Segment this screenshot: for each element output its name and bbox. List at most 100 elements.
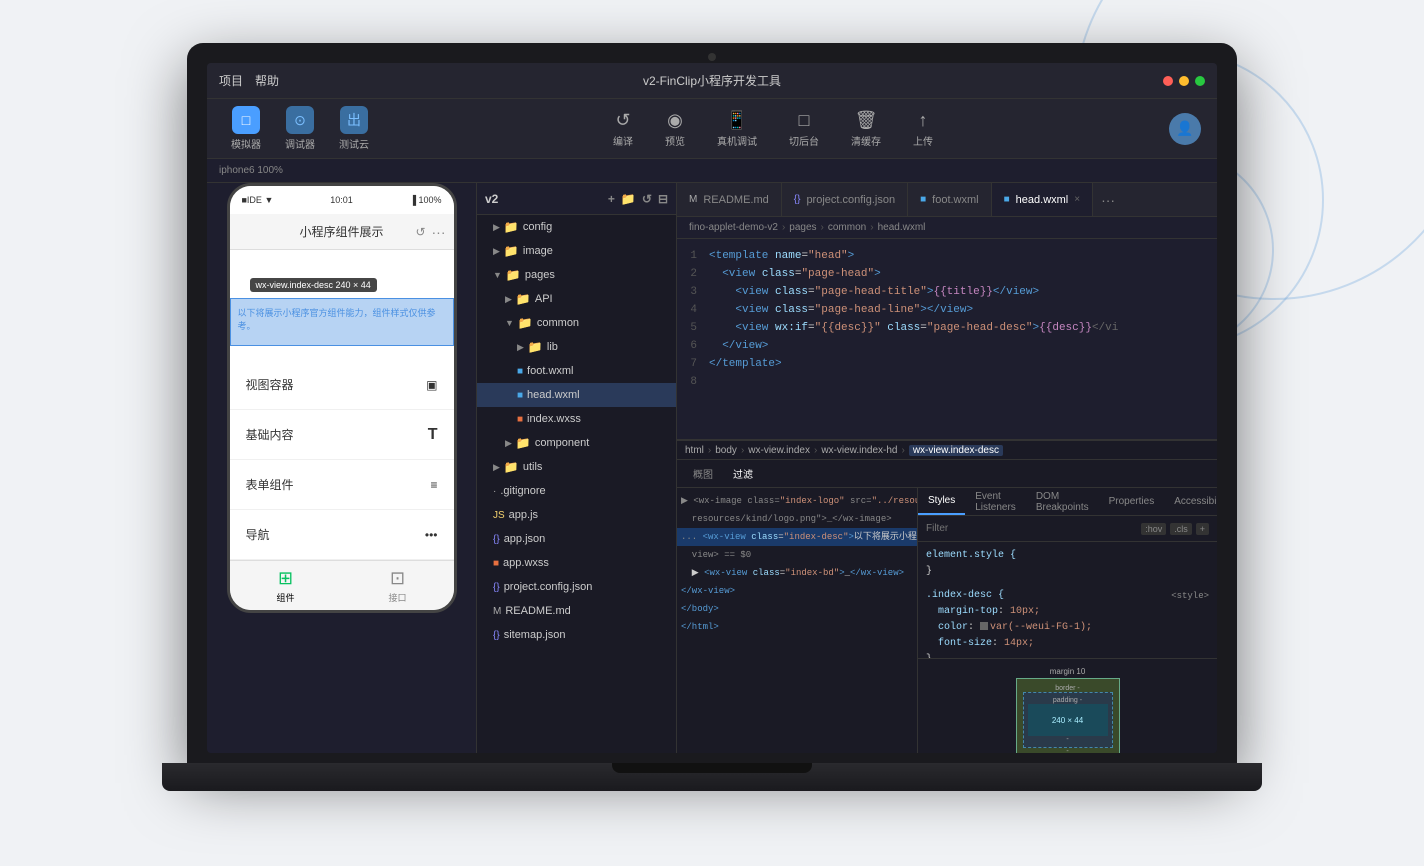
styles-filter-input[interactable] bbox=[926, 523, 1137, 534]
clear-cache-btn[interactable]: 🗑 清缓存 bbox=[843, 106, 889, 152]
code-content[interactable]: 1 <template name="head"> 2 <view class="… bbox=[677, 239, 1217, 439]
list-item[interactable]: 导航 ••• bbox=[230, 510, 454, 560]
chevron-right-icon: ▶ bbox=[493, 462, 500, 473]
refresh-icon[interactable]: ↺ bbox=[642, 192, 652, 206]
tree-item-image[interactable]: ▶ 📁 image bbox=[477, 239, 676, 263]
tree-item-config[interactable]: ▶ 📁 config bbox=[477, 215, 676, 239]
tree-item-label: .gitignore bbox=[500, 485, 545, 497]
tab-close-icon[interactable]: × bbox=[1074, 194, 1080, 205]
tree-item-label: pages bbox=[525, 269, 555, 281]
tab-label: foot.wxml bbox=[932, 194, 978, 206]
nav-item-components[interactable]: ⊞ 组件 bbox=[276, 568, 294, 604]
styles-tab-styles[interactable]: Styles bbox=[918, 488, 965, 515]
tab-project-config[interactable]: {} project.config.json bbox=[782, 183, 908, 216]
tree-item-pages[interactable]: ▼ 📁 pages bbox=[477, 263, 676, 287]
tab-foot-wxml[interactable]: ■ foot.wxml bbox=[908, 183, 992, 216]
dom-line[interactable]: ▶ <wx-image class="index-logo" src="../r… bbox=[677, 492, 917, 510]
tree-item-app-wxss[interactable]: ■ app.wxss bbox=[477, 551, 676, 575]
window-controls bbox=[1163, 76, 1205, 86]
json-file-icon: {} bbox=[493, 630, 500, 641]
dom-bread-body[interactable]: body bbox=[715, 445, 737, 456]
dom-bread-index-desc[interactable]: wx-view.index-desc bbox=[909, 445, 1003, 456]
tree-item-index-wxss[interactable]: ■ index.wxss bbox=[477, 407, 676, 431]
file-tree-root: v2 bbox=[485, 192, 498, 206]
tree-item-component[interactable]: ▶ 📁 component bbox=[477, 431, 676, 455]
plus-badge[interactable]: + bbox=[1196, 523, 1209, 535]
styles-tab-properties[interactable]: Properties bbox=[1099, 488, 1165, 515]
upload-btn[interactable]: ↑ 上传 bbox=[905, 106, 941, 152]
dom-bread-index[interactable]: wx-view.index bbox=[748, 445, 810, 456]
devtools-tab-styles[interactable]: 过滤 bbox=[725, 464, 761, 483]
status-bar: iphone6 100% bbox=[207, 159, 1217, 183]
devtools-panel: html › body › wx-view.index › wx-view.in… bbox=[677, 439, 1217, 753]
tree-item-common[interactable]: ▼ 📁 common bbox=[477, 311, 676, 335]
devtools-tab-elements[interactable]: 概图 bbox=[685, 464, 721, 483]
styles-tab-event-listeners[interactable]: Event Listeners bbox=[965, 488, 1026, 515]
tree-item-app-json[interactable]: {} app.json bbox=[477, 527, 676, 551]
list-item[interactable]: 视图容器 ▣ bbox=[230, 360, 454, 410]
dom-line-selected[interactable]: ... <wx-view class="index-desc">以下将展示小程序… bbox=[677, 528, 917, 546]
tree-item-project-config[interactable]: {} project.config.json bbox=[477, 575, 676, 599]
phone-refresh-icon[interactable]: ↺ bbox=[415, 225, 425, 239]
code-line: 2 <view class="page-head"> bbox=[677, 265, 1217, 283]
styles-tab-dom-breakpoints[interactable]: DOM Breakpoints bbox=[1026, 488, 1099, 515]
nav-item-api[interactable]: ⊡ 接口 bbox=[388, 568, 406, 604]
tree-item-gitignore[interactable]: · .gitignore bbox=[477, 479, 676, 503]
list-item[interactable]: 表单组件 ≡ bbox=[230, 460, 454, 510]
dom-line[interactable]: </body> bbox=[677, 600, 917, 618]
hover-badge[interactable]: :hov bbox=[1141, 523, 1166, 535]
tree-item-lib[interactable]: ▶ 📁 lib bbox=[477, 335, 676, 359]
window-minimize-btn[interactable] bbox=[1179, 76, 1189, 86]
new-folder-icon[interactable]: 📁 bbox=[621, 192, 636, 206]
tree-item-utils[interactable]: ▶ 📁 utils bbox=[477, 455, 676, 479]
list-item-label: 视图容器 bbox=[246, 376, 294, 393]
compile-btn[interactable]: ↺ 编译 bbox=[605, 106, 641, 152]
list-item-label: 导航 bbox=[246, 526, 270, 543]
phone-nav-dots[interactable]: ··· bbox=[432, 224, 446, 240]
window-close-btn[interactable] bbox=[1163, 76, 1173, 86]
bg-btn[interactable]: □ 切后台 bbox=[781, 106, 827, 152]
tree-item-api[interactable]: ▶ 📁 API bbox=[477, 287, 676, 311]
dom-line[interactable]: resources/kind/logo.png">_</wx-image> bbox=[677, 510, 917, 528]
folder-icon: 📁 bbox=[528, 340, 543, 354]
real-debug-btn[interactable]: 📱 真机调试 bbox=[709, 106, 765, 152]
toolbar-left: □ 模拟器 ⊙ 调试器 出 测试云 bbox=[223, 102, 377, 155]
dom-tree[interactable]: ▶ <wx-image class="index-logo" src="../r… bbox=[677, 488, 917, 753]
preview-btn[interactable]: ◉ 预览 bbox=[657, 106, 693, 152]
tree-item-readme[interactable]: M README.md bbox=[477, 599, 676, 623]
user-avatar[interactable]: 👤 bbox=[1169, 113, 1201, 145]
tab-head-wxml[interactable]: ■ head.wxml × bbox=[992, 183, 1093, 216]
styles-rules: element.style { } .index-desc { <style> bbox=[918, 542, 1217, 658]
tree-item-app-js[interactable]: JS app.js bbox=[477, 503, 676, 527]
chevron-right-icon: ▶ bbox=[493, 246, 500, 257]
collapse-icon[interactable]: ⊟ bbox=[658, 192, 668, 206]
more-tabs-btn[interactable]: ··· bbox=[1093, 192, 1123, 208]
tree-item-head-wxml[interactable]: ■ head.wxml bbox=[477, 383, 676, 407]
cls-badge[interactable]: .cls bbox=[1170, 523, 1192, 535]
tree-item-foot-wxml[interactable]: ■ foot.wxml bbox=[477, 359, 676, 383]
dom-bread-index-hd[interactable]: wx-view.index-hd bbox=[821, 445, 897, 456]
tab-readme[interactable]: M README.md bbox=[677, 183, 782, 216]
code-line: 4 <view class="page-head-line"></view> bbox=[677, 301, 1217, 319]
list-item[interactable]: 基础内容 T bbox=[230, 410, 454, 460]
menu-item-help[interactable]: 帮助 bbox=[255, 72, 279, 89]
toolbar-simulator-btn[interactable]: □ 模拟器 bbox=[223, 102, 269, 155]
dom-line[interactable]: view> == $0 bbox=[677, 546, 917, 564]
dom-line[interactable]: ▶ <wx-view class="index-bd">_</wx-view> bbox=[677, 564, 917, 582]
tree-item-label: foot.wxml bbox=[527, 365, 573, 377]
menu-item-project[interactable]: 项目 bbox=[219, 72, 243, 89]
dom-bread-html[interactable]: html bbox=[685, 445, 704, 456]
dom-line[interactable]: </html> bbox=[677, 618, 917, 636]
window-maximize-btn[interactable] bbox=[1195, 76, 1205, 86]
phone-preview-panel: ■IDE ▼ 10:01 ▐ 100% 小程序组件展示 ··· ↺ bbox=[207, 183, 477, 753]
phone-content: wx-view.index-desc 240 × 44 以下将展示小程序官方组件… bbox=[230, 250, 454, 560]
new-file-icon[interactable]: + bbox=[608, 192, 615, 206]
tree-item-label: sitemap.json bbox=[504, 629, 566, 641]
wxss-file-icon: ■ bbox=[493, 558, 499, 569]
preview-label: 预览 bbox=[665, 133, 685, 148]
toolbar-testcloud-btn[interactable]: 出 测试云 bbox=[331, 102, 377, 155]
toolbar-debugger-btn[interactable]: ⊙ 调试器 bbox=[277, 102, 323, 155]
dom-line[interactable]: </wx-view> bbox=[677, 582, 917, 600]
tree-item-sitemap[interactable]: {} sitemap.json bbox=[477, 623, 676, 647]
styles-tab-accessibility[interactable]: Accessibility bbox=[1164, 488, 1217, 515]
